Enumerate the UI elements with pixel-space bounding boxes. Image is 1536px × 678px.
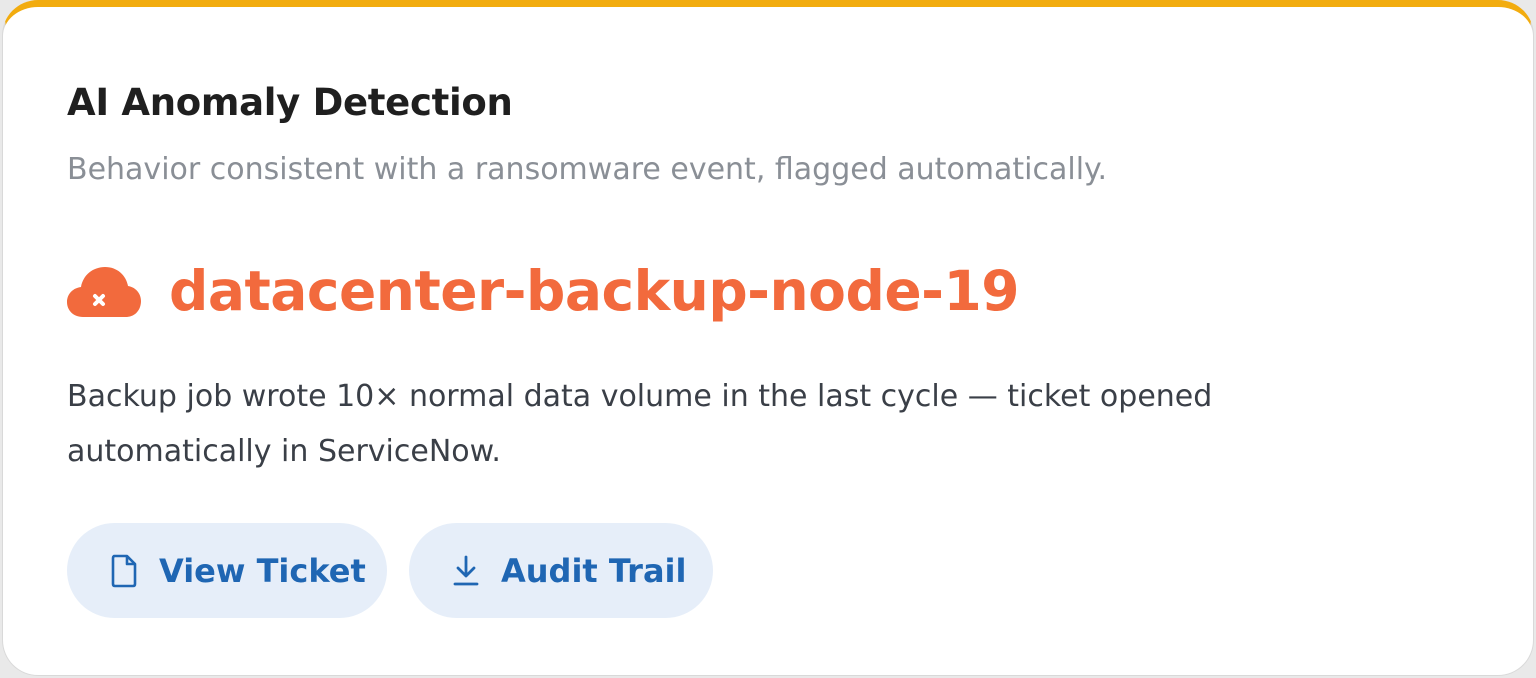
- view-ticket-button[interactable]: View Ticket: [67, 523, 387, 618]
- anomaly-card: AI Anomaly Detection Behavior consistent…: [2, 0, 1534, 676]
- affected-node: datacenter-backup-node-19: [67, 255, 1020, 327]
- node-name: datacenter-backup-node-19: [169, 259, 1020, 323]
- cloud-error-icon: [67, 267, 141, 317]
- card-subtitle: Behavior consistent with a ransomware ev…: [67, 152, 1108, 187]
- audit-trail-button[interactable]: Audit Trail: [409, 523, 713, 618]
- alert-description: Backup job wrote 10× normal data volume …: [67, 379, 1213, 469]
- audit-trail-label: Audit Trail: [501, 551, 687, 590]
- view-ticket-label: View Ticket: [159, 551, 366, 590]
- download-icon: [453, 555, 479, 585]
- document-icon: [111, 554, 137, 587]
- card-title: AI Anomaly Detection: [67, 81, 513, 124]
